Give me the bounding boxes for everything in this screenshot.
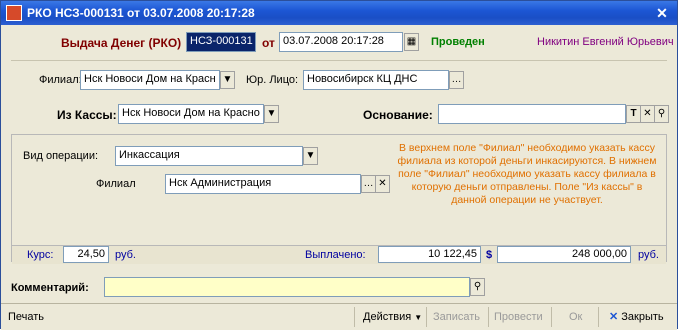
paid-label: Выплачено: — [305, 249, 366, 261]
rate-label: Курс: — [27, 249, 54, 261]
post-button[interactable]: Провести — [494, 308, 543, 326]
paid-rub-currency-label: руб. — [638, 249, 659, 261]
branch-field[interactable]: Нск Новоси Дом на Красн — [80, 70, 220, 90]
close-label: Закрыть — [621, 311, 664, 323]
cashbox-dropdown-icon[interactable]: ▼ — [264, 105, 279, 123]
operation-branch-select-icon[interactable]: … — [361, 175, 376, 193]
print-button[interactable]: Печать — [8, 308, 44, 326]
user-label: Никитин Евгений Юрьевич — [537, 36, 674, 48]
basis-search-icon[interactable]: ⚲ — [654, 105, 669, 123]
branch-label: Филиал: — [39, 74, 82, 86]
toolbar-separator — [426, 307, 427, 327]
doc-number-field[interactable]: НСЗ-000131 — [186, 32, 256, 52]
window-title: РКО НСЗ-000131 от 03.07.2008 20:17:28 — [27, 6, 255, 20]
toolbar-separator — [488, 307, 489, 327]
rate-field[interactable]: 24,50 — [63, 246, 109, 263]
close-window-icon[interactable]: ✕ — [653, 4, 671, 22]
legal-entity-select-icon[interactable]: … — [449, 71, 464, 89]
operation-hint: В верхнем поле "Филиал" необходимо указа… — [397, 142, 657, 206]
operation-type-dropdown-icon[interactable]: ▼ — [303, 147, 318, 165]
paid-rub-field[interactable]: 248 000,00 — [497, 246, 631, 263]
cashbox-field[interactable]: Нск Новоси Дом на Красно — [118, 104, 264, 124]
cashbox-label: Из Кассы: — [57, 108, 117, 122]
basis-label: Основание: — [363, 108, 433, 122]
basis-clear-icon[interactable]: ✕ — [640, 105, 655, 123]
operation-branch-clear-icon[interactable]: ✕ — [375, 175, 390, 193]
operation-branch-field[interactable]: Нск Администрация — [165, 174, 361, 194]
operation-type-field[interactable]: Инкассация — [115, 146, 303, 166]
toolbar-separator — [551, 307, 552, 327]
app-icon — [6, 5, 22, 21]
comment-label: Комментарий: — [11, 282, 89, 294]
usd-sign-label: $ — [486, 249, 493, 261]
date-field[interactable]: 03.07.2008 20:17:28 — [279, 32, 403, 52]
close-icon: ✕ — [609, 311, 619, 323]
basis-field[interactable] — [438, 104, 626, 124]
legal-entity-field[interactable]: Новосибирск КЦ ДНС — [303, 70, 449, 90]
calendar-icon[interactable]: ▦ — [404, 33, 419, 51]
document-window: РКО НСЗ-000131 от 03.07.2008 20:17:28 ✕ … — [0, 0, 678, 330]
actions-dropdown-icon: ▼ — [414, 313, 423, 322]
save-button[interactable]: Записать — [433, 308, 480, 326]
rate-currency-label: руб. — [115, 249, 136, 261]
actions-button[interactable]: Действия ▼ — [363, 308, 422, 326]
paid-usd-field[interactable]: 10 122,45 — [378, 246, 481, 263]
branch-dropdown-icon[interactable]: ▼ — [220, 71, 235, 89]
toolbar-separator — [598, 307, 599, 327]
ok-button[interactable]: Ок — [569, 308, 582, 326]
close-button[interactable]: ✕ Закрыть — [609, 308, 664, 326]
title-bar[interactable]: РКО НСЗ-000131 от 03.07.2008 20:17:28 ✕ — [1, 1, 677, 25]
legal-entity-label: Юр. Лицо: — [246, 74, 299, 86]
comment-field[interactable] — [104, 277, 470, 297]
status-label: Проведен — [431, 36, 485, 48]
header-separator — [11, 60, 667, 61]
comment-search-icon[interactable]: ⚲ — [470, 278, 485, 296]
actions-label: Действия — [363, 311, 412, 323]
operation-type-label: Вид операции: — [23, 150, 99, 162]
date-label: от — [262, 36, 275, 50]
toolbar-separator — [354, 307, 355, 327]
operation-branch-label: Филиал — [96, 178, 136, 190]
bottom-toolbar: Печать Действия ▼ Записать Провести Ок ✕… — [1, 303, 677, 330]
doc-type-label: Выдача Денег (РКО) — [61, 36, 182, 50]
basis-text-icon[interactable]: T — [626, 105, 641, 123]
